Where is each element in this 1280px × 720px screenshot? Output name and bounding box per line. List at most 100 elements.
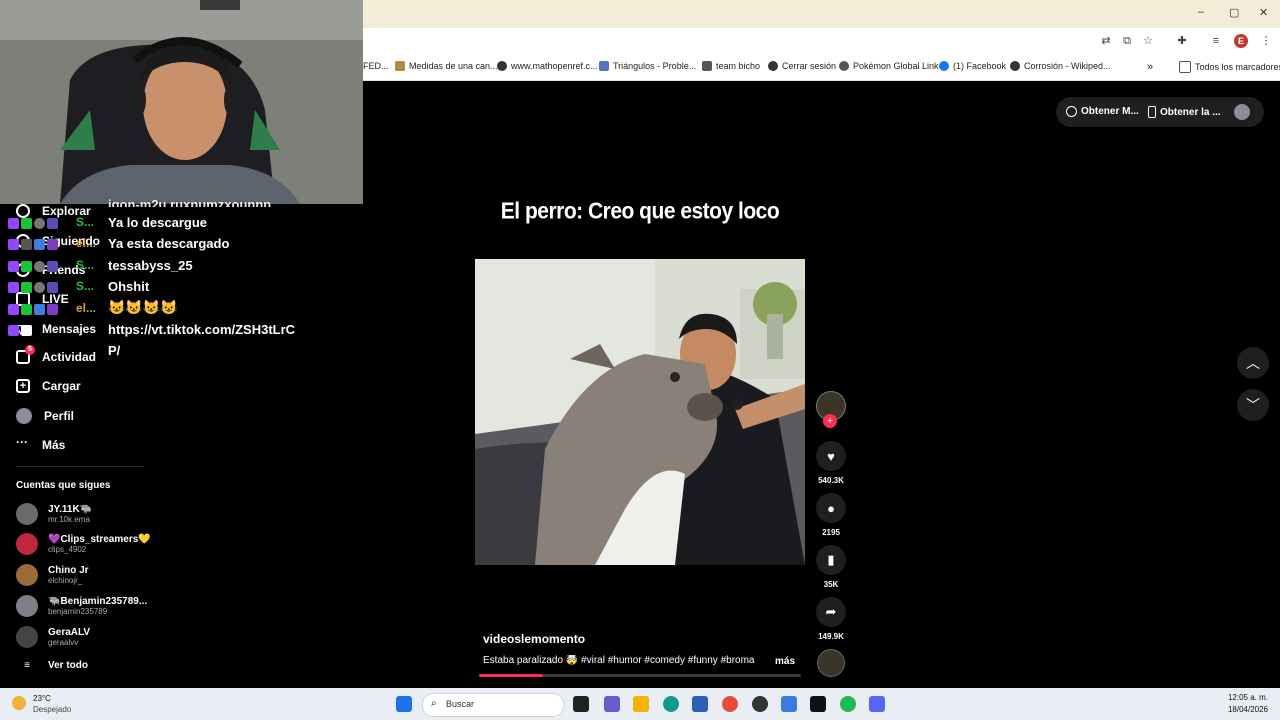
obs-icon[interactable] <box>752 696 768 712</box>
bookmark-item[interactable]: team bicho <box>702 61 760 71</box>
clock-date: 18/04/2026 <box>1227 705 1268 714</box>
store-icon[interactable] <box>692 696 708 712</box>
extensions-icon[interactable]: ✚ <box>1175 34 1189 48</box>
app-icon[interactable] <box>604 696 620 712</box>
webcam-overlay <box>0 0 363 204</box>
windows-start-icon[interactable] <box>396 696 412 712</box>
minimize-button[interactable]: – <box>1198 6 1204 18</box>
weather-temp[interactable]: 23°C <box>33 694 51 703</box>
followed-account[interactable]: 🐃Benjamin235789... benjamin235789 <box>16 595 147 617</box>
next-video-button[interactable]: ﹀ <box>1237 389 1269 421</box>
profile-avatar[interactable]: E <box>1234 34 1248 48</box>
chat-message: Ya lo descargue <box>108 215 207 230</box>
avatar <box>16 595 38 617</box>
avatar <box>16 533 38 555</box>
comment-action[interactable]: ● 2195 <box>816 493 846 537</box>
chat-message-link: https://vt.tiktok.com/ZSH3tLrC <box>108 322 296 337</box>
bookmark-item[interactable]: Medidas de una can... <box>395 61 498 71</box>
bookmark-item[interactable]: Corrosión - Wikiped... <box>1010 61 1111 71</box>
chat-username: S... <box>76 258 95 272</box>
app-icon[interactable] <box>781 696 797 712</box>
all-bookmarks-folder[interactable]: Todos los marcadores <box>1179 61 1280 73</box>
see-more-button[interactable]: más <box>775 656 795 667</box>
video-frame-image <box>475 259 805 565</box>
close-button[interactable]: ✕ <box>1259 6 1268 19</box>
bookmark-item[interactable]: Pokémon Global Link <box>839 61 939 71</box>
menu-icon[interactable]: ⋮ <box>1259 34 1273 48</box>
bookmark-item[interactable]: www.mathopenref.c... <box>497 61 598 71</box>
bookmark-item[interactable]: (1) Facebook <box>939 61 1006 71</box>
video-author[interactable]: videoslemomento <box>483 632 585 646</box>
chevron-down-icon: ﹀ <box>1246 397 1260 413</box>
translate-icon[interactable]: ⇄ <box>1099 34 1113 48</box>
check-badge-icon <box>21 217 32 229</box>
bookmark-favicon-icon <box>702 61 712 71</box>
like-action[interactable]: ♥ 540.3K <box>816 441 846 485</box>
followed-account[interactable]: GeraALV geraalvv <box>16 626 90 648</box>
save-count: 35K <box>823 580 839 589</box>
file-explorer-icon[interactable] <box>633 696 649 712</box>
bookmark-icon: ▮ <box>816 545 846 575</box>
nav-upload[interactable]: + Cargar <box>16 379 81 393</box>
comment-icon: ● <box>816 493 846 523</box>
browser-toolbar: ⇄ ⧉ ☆ ✚ ≡ E ⋮ <box>363 28 1280 55</box>
bookmarks-overflow-icon[interactable]: » <box>1147 61 1153 73</box>
clock-time[interactable]: 12:05 a. m. <box>1214 693 1268 702</box>
avatar <box>16 503 38 525</box>
sub-badge-icon <box>47 260 58 272</box>
video-player[interactable] <box>475 259 805 565</box>
bookmark-star-icon[interactable]: ☆ <box>1141 34 1155 48</box>
badge-icon <box>34 260 45 272</box>
chat-username: S... <box>76 215 95 229</box>
edge-icon[interactable] <box>663 696 679 712</box>
maximize-button[interactable]: ▢ <box>1229 6 1239 19</box>
chrome-icon[interactable] <box>722 696 738 712</box>
reading-list-icon[interactable]: ≡ <box>1209 34 1223 48</box>
chat-message: tessabyss_25 <box>108 258 193 273</box>
weather-icon[interactable] <box>12 696 26 710</box>
chat-username: S... <box>76 279 95 293</box>
avatar[interactable] <box>1234 104 1250 120</box>
activity-badge: 5 <box>25 345 35 355</box>
twitch-badge-icon <box>8 217 19 229</box>
followed-account[interactable]: JY.11K🐃 mr.10k.ema <box>16 503 92 525</box>
followed-account[interactable]: Chino Jr elchinojr_ <box>16 564 89 586</box>
see-all-link[interactable]: ≡ Ver todo <box>16 660 88 671</box>
video-progress-track[interactable] <box>479 674 801 677</box>
chat-badges <box>8 216 58 230</box>
spotify-icon[interactable] <box>840 696 856 712</box>
nav-profile[interactable]: Perfil <box>16 408 74 424</box>
weather-desc: Despejado <box>33 705 72 714</box>
task-view-icon[interactable] <box>573 696 589 712</box>
chevron-up-icon: ︿ <box>1246 355 1260 371</box>
capcut-icon[interactable] <box>810 696 826 712</box>
followed-account[interactable]: 💜Clips_streamers💛 clips_4902 <box>16 533 151 555</box>
get-coins-button[interactable]: Obtener M... <box>1066 106 1139 117</box>
bookmark-item[interactable]: FED... <box>363 61 389 71</box>
save-action[interactable]: ▮ 35K <box>816 545 846 589</box>
divider <box>16 466 144 467</box>
bookmark-favicon-icon <box>768 61 778 71</box>
nav-activity[interactable]: 5 Actividad <box>16 345 96 364</box>
bookmark-favicon-icon <box>599 61 609 71</box>
chat-message-link-cont: P/ <box>108 343 121 358</box>
install-app-icon[interactable]: ⧉ <box>1120 34 1134 48</box>
get-app-button[interactable]: Obtener la ... <box>1148 106 1221 118</box>
share-action[interactable]: ➦ 149.9K <box>816 597 846 641</box>
chat-message: Ohshit <box>108 279 150 294</box>
follow-plus-icon[interactable]: + <box>823 414 837 428</box>
nav-more[interactable]: ··· Más <box>16 436 65 452</box>
discord-icon[interactable] <box>869 696 885 712</box>
chat-message-partial: igon-m2u ruxnumzxounnn <box>108 197 272 207</box>
previous-video-button[interactable]: ︿ <box>1237 347 1269 379</box>
twitch-badge-icon <box>8 324 19 336</box>
bookmark-item[interactable]: Triángulos - Proble... <box>599 61 696 71</box>
avatar <box>16 564 38 586</box>
taskbar-search[interactable]: ⌕ Buscar <box>422 693 564 717</box>
comment-count: 2195 <box>822 528 840 537</box>
coin-icon <box>1066 106 1077 117</box>
music-disc-icon[interactable] <box>817 649 845 677</box>
check-badge-icon <box>21 260 32 272</box>
plus-icon: + <box>16 379 30 393</box>
bookmark-item[interactable]: Cerrar sesión <box>768 61 836 71</box>
